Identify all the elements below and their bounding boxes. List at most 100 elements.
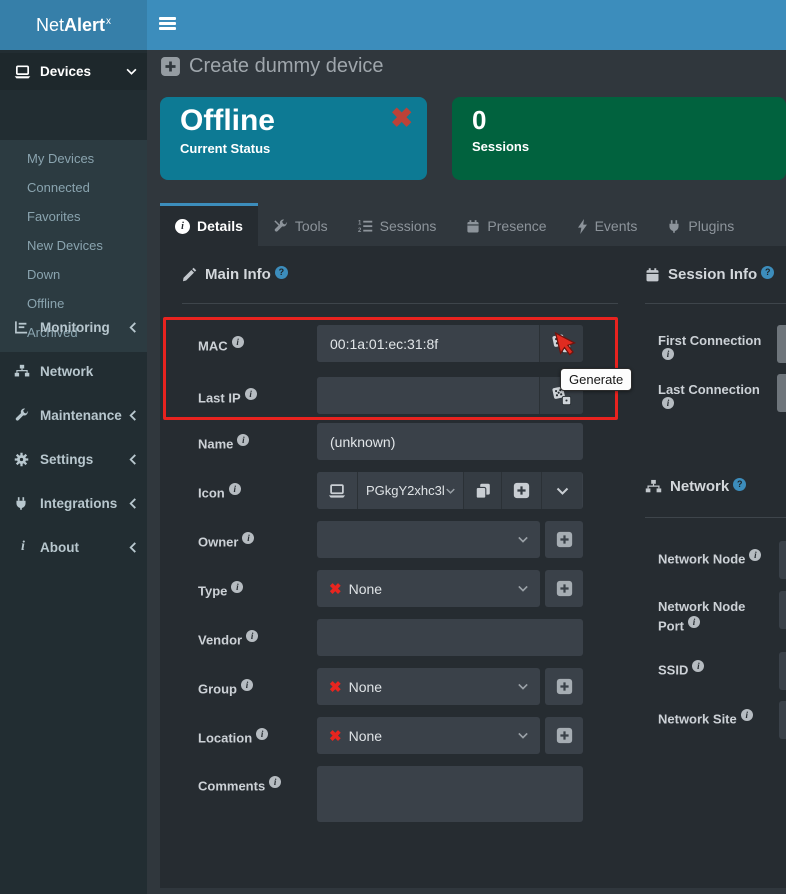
sidebar-item-new-devices[interactable]: New Devices	[0, 231, 147, 260]
session-info-header: Session Info ?	[645, 266, 774, 283]
sidebar-item-about[interactable]: i About	[0, 525, 147, 569]
mac-input[interactable]	[317, 325, 540, 362]
sidebar-item-settings[interactable]: Settings	[0, 437, 147, 481]
sitemap-icon	[14, 364, 32, 378]
info-icon[interactable]: i	[741, 709, 753, 721]
add-group-button[interactable]	[545, 668, 583, 705]
tab-label: Plugins	[688, 218, 734, 234]
network-site-input[interactable]	[779, 701, 786, 739]
type-select[interactable]: ✖ None	[317, 570, 540, 607]
tab-sessions[interactable]: 12 Sessions	[343, 203, 452, 246]
vendor-input[interactable]	[317, 619, 583, 656]
add-location-button[interactable]	[545, 717, 583, 754]
sidebar-item-down[interactable]: Down	[0, 260, 147, 289]
info-icon[interactable]: i	[246, 630, 258, 642]
sidebar-item-favorites[interactable]: Favorites	[0, 202, 147, 231]
main-info-header: Main Info ?	[182, 266, 288, 283]
sessions-label: Sessions	[472, 139, 766, 154]
sidebar-item-maintenance[interactable]: Maintenance	[0, 393, 147, 437]
info-icon[interactable]: i	[662, 348, 674, 360]
tab-label: Tools	[295, 218, 328, 234]
network-site-label: Network Sitei	[658, 709, 778, 726]
tooltip-text: Generate	[569, 372, 623, 387]
app-logo[interactable]: NetAlertx	[0, 0, 147, 50]
info-icon[interactable]: i	[692, 660, 704, 672]
info-icon[interactable]: i	[237, 434, 249, 446]
first-connection-input[interactable]	[777, 325, 786, 363]
chevron-down-icon	[126, 68, 137, 75]
help-question-icon[interactable]: ?	[733, 478, 746, 491]
list-ol-icon: 12	[358, 219, 373, 233]
network-node-port-input[interactable]	[779, 591, 786, 629]
help-question-icon[interactable]: ?	[275, 266, 288, 279]
icon-select[interactable]: PGkgY2xhc3l	[358, 472, 464, 509]
plus-square-icon	[556, 678, 573, 695]
info-icon[interactable]: i	[242, 532, 254, 544]
sidebar-item-label: Devices	[40, 64, 91, 79]
group-select[interactable]: ✖ None	[317, 668, 540, 705]
network-node-label: Network Nodei	[658, 549, 770, 566]
tab-presence[interactable]: Presence	[451, 203, 561, 246]
sidebar-item-my-devices[interactable]: My Devices	[0, 144, 147, 173]
status-value: Offline	[180, 104, 407, 138]
info-icon[interactable]: i	[232, 336, 244, 348]
last-ip-control	[317, 377, 583, 414]
info-icon[interactable]: i	[245, 388, 257, 400]
owner-label: Owneri	[198, 532, 254, 549]
sidebar-item-network[interactable]: Network	[0, 349, 147, 393]
info-icon[interactable]: i	[269, 776, 281, 788]
chevron-left-icon	[129, 322, 137, 333]
info-icon[interactable]: i	[256, 728, 268, 740]
sidebar-item-label: Network	[40, 364, 93, 379]
info-icon[interactable]: i	[749, 549, 761, 561]
location-select-value: None	[349, 728, 382, 744]
tab-label: Presence	[487, 218, 546, 234]
add-owner-button[interactable]	[545, 521, 583, 558]
owner-control	[317, 521, 583, 558]
network-header: Network ?	[645, 478, 746, 495]
sidebar-item-label: About	[40, 540, 79, 555]
location-select[interactable]: ✖ None	[317, 717, 540, 754]
vendor-label: Vendori	[198, 630, 258, 647]
plus-square-icon	[556, 727, 573, 744]
copy-icon-button[interactable]	[464, 472, 502, 509]
icon-label: Iconi	[198, 483, 241, 500]
chevron-left-icon	[129, 542, 137, 553]
tab-details[interactable]: i Details	[160, 203, 258, 246]
detail-tabs: i Details Tools 12 Sessions Presence Eve…	[160, 203, 749, 246]
info-icon[interactable]: i	[231, 581, 243, 593]
last-ip-input[interactable]	[317, 377, 540, 414]
gear-icon	[14, 452, 32, 467]
sidebar-item-monitoring[interactable]: Monitoring	[0, 305, 147, 349]
last-connection-input[interactable]	[777, 374, 786, 412]
comments-textarea[interactable]	[317, 766, 583, 822]
tab-tools[interactable]: Tools	[258, 203, 343, 246]
network-node-input[interactable]	[779, 541, 786, 579]
name-input[interactable]	[317, 423, 583, 460]
x-icon: ✖	[329, 727, 342, 745]
mac-control	[317, 325, 583, 362]
x-icon: ✖	[329, 678, 342, 696]
tab-events[interactable]: Events	[562, 203, 653, 246]
tab-plugins[interactable]: Plugins	[652, 203, 749, 246]
svg-text:2: 2	[358, 228, 362, 233]
expand-icon-button[interactable]	[542, 472, 582, 509]
info-icon[interactable]: i	[229, 483, 241, 495]
chevron-down-icon	[518, 585, 528, 592]
mac-label: MACi	[198, 336, 244, 353]
info-icon[interactable]: i	[662, 397, 674, 409]
bolt-icon	[577, 219, 588, 234]
sidebar-item-connected[interactable]: Connected	[0, 173, 147, 202]
add-type-button[interactable]	[545, 570, 583, 607]
owner-select[interactable]	[317, 521, 540, 558]
ssid-input[interactable]	[779, 652, 786, 690]
info-icon[interactable]: i	[688, 616, 700, 628]
add-icon-button[interactable]	[502, 472, 542, 509]
sidebar-toggle-icon[interactable]	[159, 17, 176, 32]
sidebar-item-devices[interactable]: Devices	[0, 53, 147, 90]
help-question-icon[interactable]: ?	[761, 266, 774, 279]
location-control: ✖ None	[317, 717, 583, 754]
current-status-card: Offline Current Status ✖	[160, 97, 427, 180]
sidebar-item-integrations[interactable]: Integrations	[0, 481, 147, 525]
info-icon[interactable]: i	[241, 679, 253, 691]
